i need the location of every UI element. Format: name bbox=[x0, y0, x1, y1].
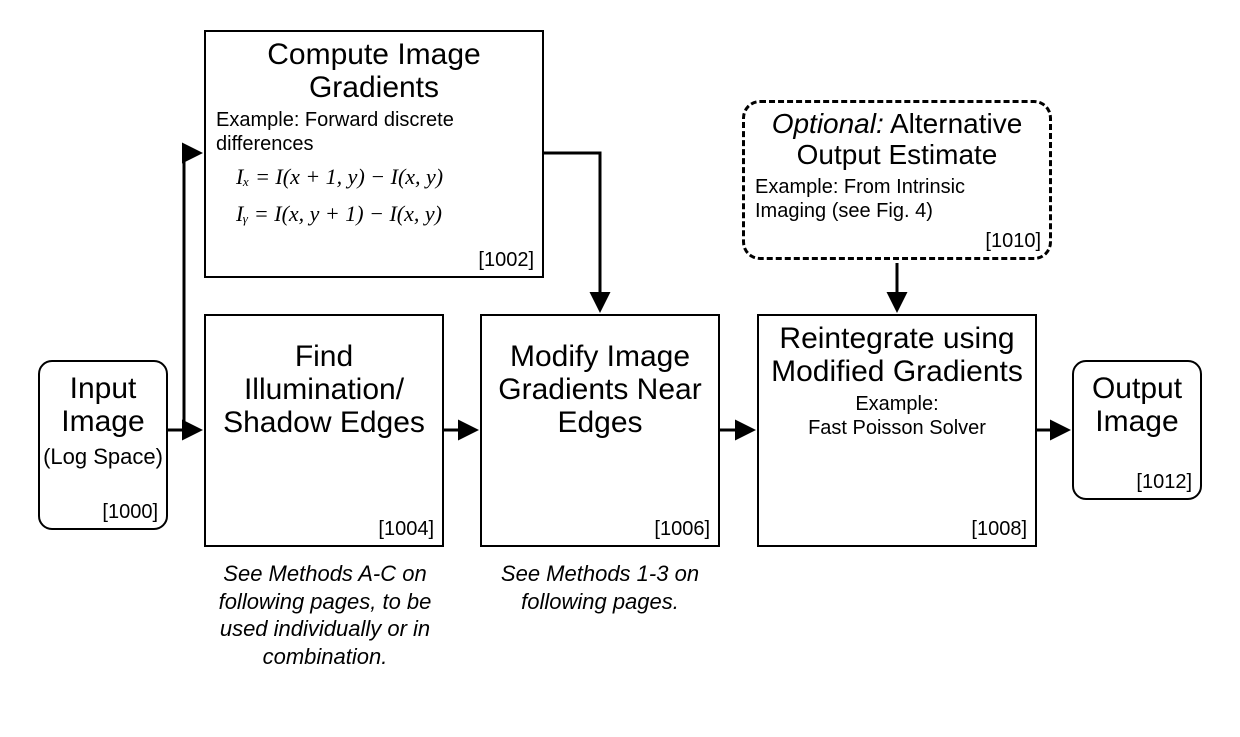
node-optional: Optional: Alternative Output Estimate Ex… bbox=[742, 100, 1052, 260]
node-find-edges: Find Illumination/ Shadow Edges [1004] bbox=[204, 314, 444, 547]
optional-title: Optional: Alternative Output Estimate bbox=[745, 103, 1049, 171]
compute-ref: [1002] bbox=[478, 249, 534, 272]
input-ref: [1000] bbox=[102, 501, 158, 524]
caption-modify: See Methods 1-3 on following pages. bbox=[480, 560, 720, 615]
modify-ref: [1006] bbox=[654, 518, 710, 541]
reintegrate-sub: Example: Fast Poisson Solver bbox=[759, 388, 1035, 440]
output-title: Output Image bbox=[1074, 362, 1200, 438]
node-modify-gradients: Modify Image Gradients Near Edges [1006] bbox=[480, 314, 720, 547]
node-output-image: Output Image [1012] bbox=[1072, 360, 1202, 500]
diagram-canvas: Input Image (Log Space) [1000] Compute I… bbox=[0, 0, 1240, 737]
node-compute-gradients: Compute Image Gradients Example: Forward… bbox=[204, 30, 544, 278]
reintegrate-title: Reintegrate using Modified Gradients bbox=[759, 316, 1035, 388]
input-sub: (Log Space) bbox=[40, 438, 166, 470]
optional-title-italic: Optional: bbox=[772, 108, 884, 139]
reintegrate-ref: [1008] bbox=[971, 518, 1027, 541]
compute-formula1: Iₓ = I(x + 1, y) − I(x, y) bbox=[206, 156, 542, 193]
find-ref: [1004] bbox=[378, 518, 434, 541]
optional-ref: [1010] bbox=[985, 230, 1041, 253]
optional-sub: Example: From Intrinsic Imaging (see Fig… bbox=[745, 171, 1049, 223]
find-title: Find Illumination/ Shadow Edges bbox=[206, 316, 442, 439]
compute-sub: Example: Forward discrete differences bbox=[206, 104, 542, 156]
node-input-image: Input Image (Log Space) [1000] bbox=[38, 360, 168, 530]
input-title: Input Image bbox=[40, 362, 166, 438]
modify-title: Modify Image Gradients Near Edges bbox=[482, 316, 718, 439]
compute-title: Compute Image Gradients bbox=[206, 32, 542, 104]
node-reintegrate: Reintegrate using Modified Gradients Exa… bbox=[757, 314, 1037, 547]
output-ref: [1012] bbox=[1136, 471, 1192, 494]
caption-find: See Methods A-C on following pages, to b… bbox=[195, 560, 455, 670]
compute-formula2: Iᵧ = I(x, y + 1) − I(x, y) bbox=[206, 193, 542, 230]
